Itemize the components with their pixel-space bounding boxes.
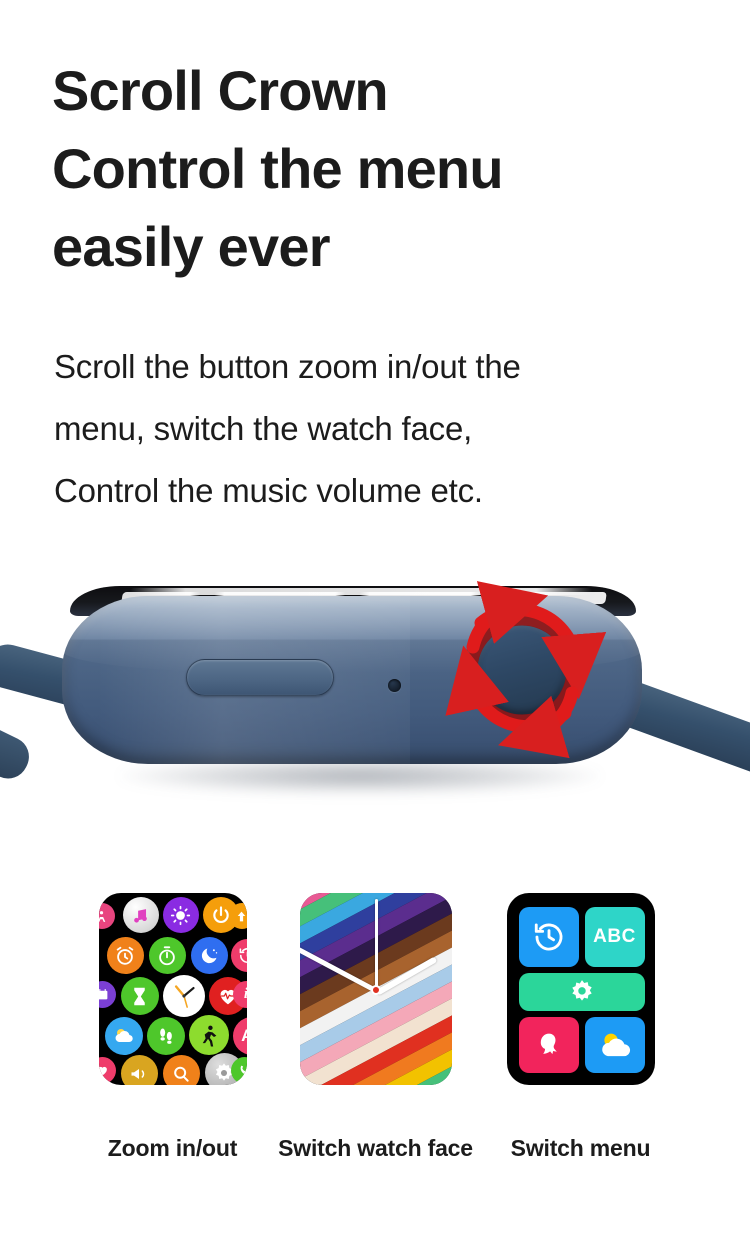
app-icon-sleep-icon[interactable] bbox=[190, 937, 228, 974]
tile-menu-screen: ABC bbox=[506, 893, 655, 1085]
watch-hand-pivot bbox=[370, 985, 381, 995]
app-icon-find-phone-icon[interactable] bbox=[120, 1055, 158, 1085]
headline-line-2: Control the menu bbox=[52, 137, 504, 200]
feature-switch-menu[interactable]: ABC Switch menu bbox=[478, 893, 683, 1162]
rainbow-watch-face-screen bbox=[299, 893, 452, 1085]
app-icon-steps-icon[interactable] bbox=[146, 1017, 185, 1055]
app-icon-brightness-icon[interactable] bbox=[162, 897, 199, 933]
app-icon-calendar-icon[interactable] bbox=[98, 981, 116, 1008]
app-icon-weather-icon[interactable] bbox=[104, 1017, 143, 1055]
app-icon-workout-icon[interactable] bbox=[98, 903, 115, 929]
subtitle-line-2: menu, switch the watch face, bbox=[54, 410, 473, 447]
menu-tile-settings-tile[interactable] bbox=[518, 973, 645, 1011]
product-hero-image bbox=[0, 560, 750, 860]
feature-caption-watch-face: Switch watch face bbox=[278, 1135, 473, 1161]
watch-microphone-hole bbox=[388, 679, 401, 692]
headline-line-3: easily ever bbox=[52, 215, 330, 278]
menu-tile-weather-tile[interactable] bbox=[584, 1017, 645, 1073]
app-icon-search-icon[interactable] bbox=[162, 1055, 200, 1085]
subtitle-line-1: Scroll the button zoom in/out the bbox=[54, 348, 521, 385]
menu-tile-abc-tile[interactable]: ABC bbox=[584, 907, 645, 967]
app-icon-favorites-icon[interactable] bbox=[98, 1057, 116, 1084]
crown-rotation-arrows-icon bbox=[445, 581, 607, 759]
app-icon-history-icon[interactable] bbox=[230, 939, 247, 972]
feature-caption-zoom: Zoom in/out bbox=[107, 1135, 238, 1161]
watch-side-button[interactable] bbox=[186, 659, 334, 696]
app-icon-stopwatch-icon[interactable] bbox=[148, 937, 186, 974]
app-grid-screen: i Aa bbox=[98, 893, 247, 1085]
menu-tile-history-tile[interactable] bbox=[518, 907, 579, 967]
page-title: Scroll Crown Control the menu easily eve… bbox=[52, 52, 692, 286]
headline-line-1: Scroll Crown bbox=[52, 59, 389, 122]
app-icon-run-icon[interactable] bbox=[188, 1015, 229, 1055]
feature-caption-menu: Switch menu bbox=[510, 1135, 651, 1161]
app-icon-music-icon[interactable] bbox=[122, 897, 159, 933]
subtitle-line-3: Control the music volume etc. bbox=[54, 472, 483, 509]
watch-hand-second bbox=[374, 899, 378, 989]
app-icon-text-size-icon[interactable]: Aa bbox=[232, 1017, 247, 1055]
watch-strap-left-tip bbox=[0, 716, 36, 786]
app-icon-alarm-icon[interactable] bbox=[106, 937, 144, 974]
app-icon-clock-icon[interactable] bbox=[162, 975, 205, 1017]
feature-zoom-in-out[interactable]: i Aa bbox=[70, 893, 275, 1162]
menu-tile-contact-tile[interactable] bbox=[518, 1017, 579, 1073]
feature-switch-watch-face[interactable]: Switch watch face bbox=[273, 893, 478, 1162]
feature-thumbnail-row: i Aa bbox=[0, 893, 750, 1183]
page-subtitle: Scroll the button zoom in/out the menu, … bbox=[54, 336, 714, 522]
app-icon-hourglass-icon[interactable] bbox=[120, 977, 159, 1015]
